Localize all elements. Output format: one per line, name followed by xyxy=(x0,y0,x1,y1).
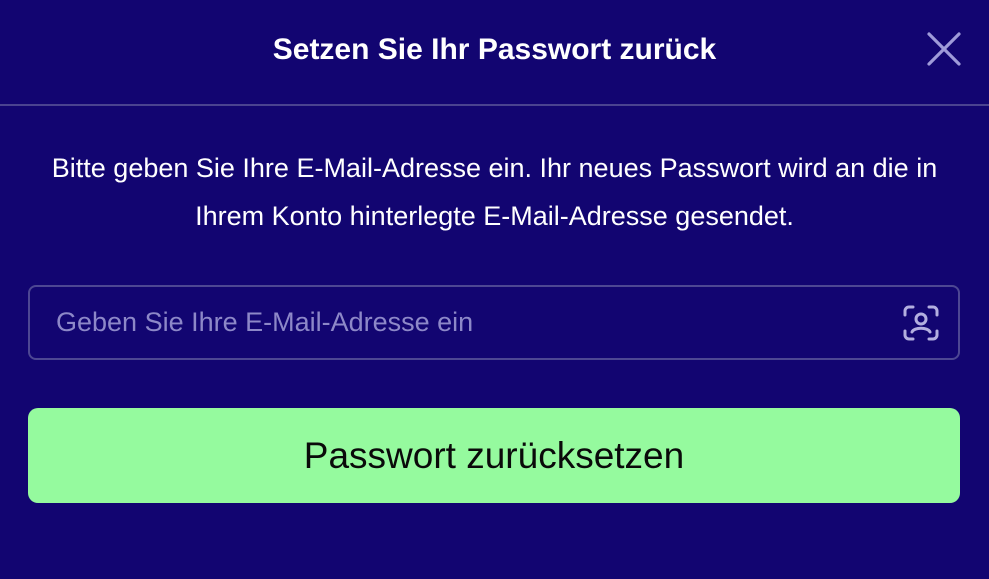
email-field xyxy=(28,285,960,360)
close-button[interactable] xyxy=(924,29,964,69)
reset-password-button[interactable]: Passwort zurücksetzen xyxy=(28,408,960,503)
reset-password-dialog: Setzen Sie Ihr Passwort zurück Bitte geb… xyxy=(0,0,989,579)
dialog-header: Setzen Sie Ihr Passwort zurück xyxy=(0,0,989,106)
close-icon xyxy=(927,32,961,66)
dialog-description: Bitte geben Sie Ihre E-Mail-Adresse ein.… xyxy=(51,153,938,231)
dialog-title: Setzen Sie Ihr Passwort zurück xyxy=(272,33,717,66)
contact-card-icon[interactable] xyxy=(902,304,940,342)
email-input[interactable] xyxy=(30,287,890,358)
